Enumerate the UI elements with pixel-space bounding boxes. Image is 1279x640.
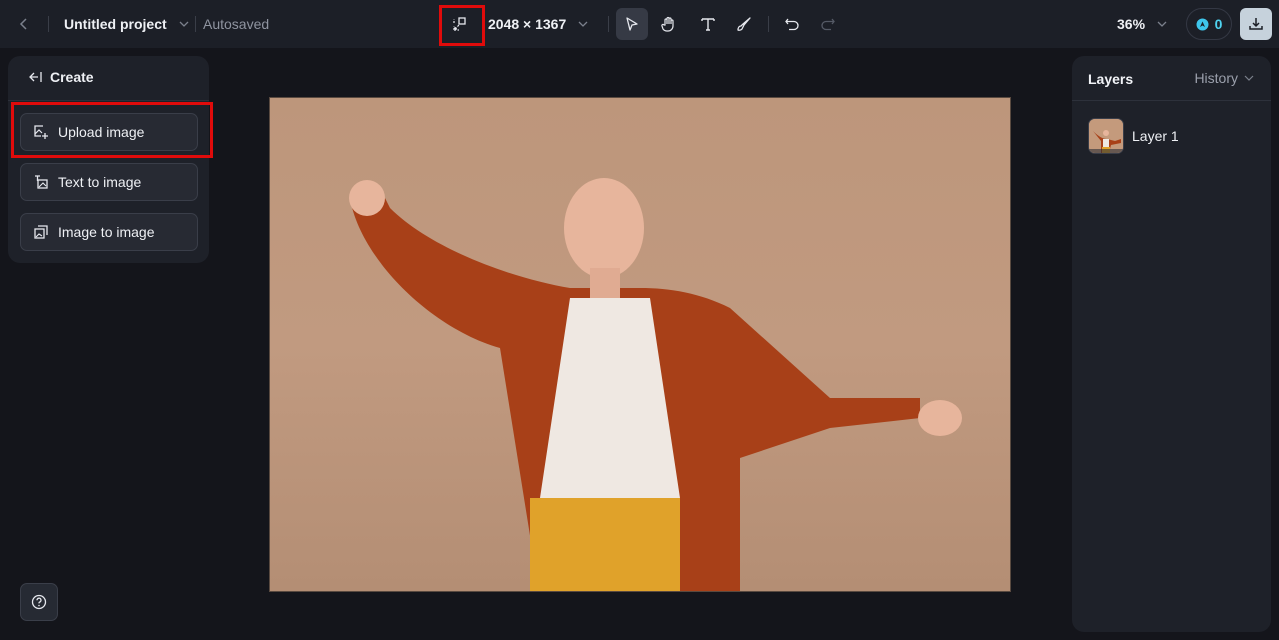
- undo-icon[interactable]: [783, 15, 801, 33]
- photo-illustration: [349, 178, 962, 591]
- credits-count: 0: [1214, 16, 1223, 32]
- project-title: Untitled project: [64, 16, 167, 32]
- save-status: Autosaved: [203, 16, 270, 32]
- credit-coin-icon: [1196, 18, 1209, 31]
- chevron-left-icon[interactable]: [16, 16, 32, 32]
- credits-badge[interactable]: 0: [1186, 8, 1232, 40]
- text-to-image-button[interactable]: Text to image: [20, 163, 198, 201]
- text-icon[interactable]: [699, 15, 717, 33]
- layer-thumbnail: [1088, 118, 1124, 154]
- chevron-down-icon: [576, 17, 590, 31]
- create-collapse-button[interactable]: Create: [28, 69, 94, 85]
- create-header: Create: [50, 69, 94, 85]
- collapse-left-icon: [28, 70, 42, 84]
- text-to-image-icon: [33, 174, 49, 190]
- history-dropdown[interactable]: History: [1194, 70, 1255, 86]
- image-to-image-button[interactable]: Image to image: [20, 213, 198, 251]
- redo-icon[interactable]: [819, 15, 837, 33]
- chevron-down-icon: [177, 17, 191, 31]
- history-label: History: [1194, 70, 1238, 86]
- chevron-down-icon: [1243, 72, 1255, 84]
- help-question-icon: [31, 594, 47, 610]
- zoom-level: 36%: [1117, 16, 1146, 32]
- layer-name: Layer 1: [1132, 128, 1179, 144]
- image-to-image-label: Image to image: [58, 224, 155, 240]
- highlight-box: [11, 102, 213, 158]
- layers-panel: Layers History Layer 1: [1072, 56, 1271, 632]
- text-to-image-label: Text to image: [58, 174, 142, 190]
- cursor-arrow-icon[interactable]: [624, 16, 640, 32]
- layers-tab[interactable]: Layers: [1088, 71, 1133, 87]
- chevron-down-icon: [1155, 17, 1169, 31]
- layer-item[interactable]: Layer 1: [1088, 118, 1179, 154]
- canvas-size: 2048 × 1367: [488, 16, 567, 32]
- highlight-box: [439, 5, 485, 46]
- help-button[interactable]: [20, 583, 58, 621]
- brush-icon[interactable]: [735, 15, 753, 33]
- download-icon: [1248, 16, 1264, 32]
- image-to-image-icon: [33, 224, 49, 240]
- canvas-size-dropdown[interactable]: 2048 × 1367: [488, 14, 590, 34]
- create-panel: Create Upload image Text to image Image …: [8, 56, 209, 263]
- top-toolbar: Untitled project Autosaved 2048 × 1367 3…: [0, 0, 1279, 48]
- hand-icon[interactable]: [660, 15, 678, 33]
- canvas-image[interactable]: [269, 97, 1011, 592]
- project-title-dropdown[interactable]: Untitled project: [64, 14, 191, 34]
- zoom-level-dropdown[interactable]: 36%: [1117, 14, 1169, 34]
- download-button[interactable]: [1240, 8, 1272, 40]
